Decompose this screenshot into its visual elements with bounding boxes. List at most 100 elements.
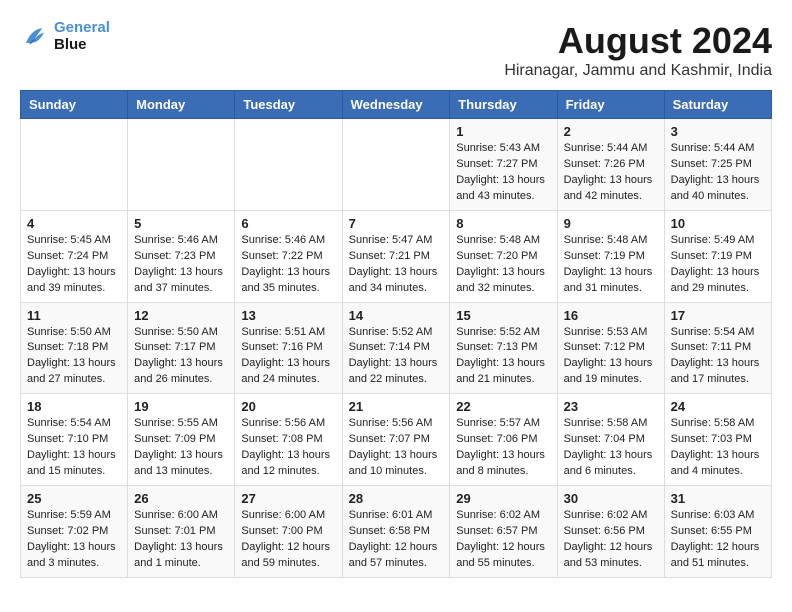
day-number: 29 [456,491,550,506]
day-info: Sunrise: 5:54 AMSunset: 7:11 PMDaylight:… [671,325,765,389]
calendar-cell [128,119,235,211]
logo-blue: Blue [54,36,87,53]
day-info: Sunrise: 5:46 AMSunset: 7:22 PMDaylight:… [241,233,335,297]
weekday-header-row: SundayMondayTuesdayWednesdayThursdayFrid… [21,91,772,119]
calendar-cell: 29 Sunrise: 6:02 AMSunset: 6:57 PMDayligh… [450,486,557,578]
calendar-cell: 19 Sunrise: 5:55 AMSunset: 7:09 PMDayligh… [128,394,235,486]
weekday-header-thursday: Thursday [450,91,557,119]
day-info: Sunrise: 5:43 AMSunset: 7:27 PMDaylight:… [456,141,550,205]
calendar-cell: 9Sunrise: 5:48 AMSunset: 7:19 PMDaylight… [557,210,664,302]
calendar-cell: 21Sunrise: 5:56 AMSunset: 7:07 PMDayligh… [342,394,450,486]
calendar-cell: 4Sunrise: 5:45 AMSunset: 7:24 PMDaylight… [21,210,128,302]
day-number: 22 [456,399,550,414]
day-number: 9 [564,216,658,231]
day-info: Sunrise: 6:01 AMSunset: 6:58 PMDaylight:… [349,508,444,572]
day-number: 5 [134,216,228,231]
day-number: 17 [671,308,765,323]
calendar-cell: 26 Sunrise: 6:00 AMSunset: 7:01 PMDayligh… [128,486,235,578]
day-number: 13 [241,308,335,323]
week-row-4: 18 Sunrise: 5:54 AMSunset: 7:10 PMDayligh… [21,394,772,486]
day-info: Sunrise: 5:57 AMSunset: 7:06 PMDaylight:… [456,416,550,480]
day-info: Sunrise: 5:49 AMSunset: 7:19 PMDaylight:… [671,233,765,297]
day-info: Sunrise: 5:58 AMSunset: 7:04 PMDaylight:… [564,416,658,480]
calendar-cell: 23 Sunrise: 5:58 AMSunset: 7:04 PMDayligh… [557,394,664,486]
day-number: 24 [671,399,765,414]
day-number: 27 [241,491,335,506]
day-number: 10 [671,216,765,231]
calendar-cell: 5 Sunrise: 5:46 AMSunset: 7:23 PMDaylight… [128,210,235,302]
calendar-cell: 15 Sunrise: 5:52 AMSunset: 7:13 PMDayligh… [450,302,557,394]
day-info: Sunrise: 6:02 AMSunset: 6:56 PMDaylight:… [564,508,658,572]
calendar-cell: 6 Sunrise: 5:46 AMSunset: 7:22 PMDaylight… [235,210,342,302]
title-area: August 2024 Hiranagar, Jammu and Kashmir… [504,20,772,80]
calendar-cell: 20Sunrise: 5:56 AMSunset: 7:08 PMDayligh… [235,394,342,486]
calendar-cell: 30 Sunrise: 6:02 AMSunset: 6:56 PMDayligh… [557,486,664,578]
day-number: 11 [27,308,121,323]
calendar-cell: 24 Sunrise: 5:58 AMSunset: 7:03 PMDayligh… [664,394,771,486]
day-info: Sunrise: 5:44 AMSunset: 7:26 PMDaylight:… [564,141,658,205]
day-info: Sunrise: 5:55 AMSunset: 7:09 PMDaylight:… [134,416,228,480]
week-row-2: 4Sunrise: 5:45 AMSunset: 7:24 PMDaylight… [21,210,772,302]
day-info: Sunrise: 5:52 AMSunset: 7:14 PMDaylight:… [349,325,444,389]
day-info: Sunrise: 5:45 AMSunset: 7:24 PMDaylight:… [27,233,121,297]
day-info: Sunrise: 5:58 AMSunset: 7:03 PMDaylight:… [671,416,765,480]
calendar-cell: 22 Sunrise: 5:57 AMSunset: 7:06 PMDayligh… [450,394,557,486]
weekday-header-sunday: Sunday [21,91,128,119]
calendar-cell: 12Sunrise: 5:50 AMSunset: 7:17 PMDayligh… [128,302,235,394]
weekday-header-friday: Friday [557,91,664,119]
calendar-cell: 1 Sunrise: 5:43 AMSunset: 7:27 PMDaylight… [450,119,557,211]
day-info: Sunrise: 5:53 AMSunset: 7:12 PMDaylight:… [564,325,658,389]
week-row-1: 1 Sunrise: 5:43 AMSunset: 7:27 PMDaylight… [21,119,772,211]
day-number: 31 [671,491,765,506]
day-info: Sunrise: 5:51 AMSunset: 7:16 PMDaylight:… [241,325,335,389]
day-number: 18 [27,399,121,414]
calendar-cell: 28 Sunrise: 6:01 AMSunset: 6:58 PMDayligh… [342,486,450,578]
logo: General Blue [20,20,110,53]
day-number: 25 [27,491,121,506]
logo-general: General [54,19,110,36]
day-number: 7 [349,216,444,231]
day-info: Sunrise: 5:44 AMSunset: 7:25 PMDaylight:… [671,141,765,205]
day-number: 16 [564,308,658,323]
weekday-header-monday: Monday [128,91,235,119]
calendar-cell: 18 Sunrise: 5:54 AMSunset: 7:10 PMDayligh… [21,394,128,486]
week-row-5: 25 Sunrise: 5:59 AMSunset: 7:02 PMDayligh… [21,486,772,578]
day-number: 3 [671,124,765,139]
logo-icon [20,22,50,52]
day-number: 1 [456,124,550,139]
day-info: Sunrise: 6:03 AMSunset: 6:55 PMDaylight:… [671,508,765,572]
calendar-cell: 7Sunrise: 5:47 AMSunset: 7:21 PMDaylight… [342,210,450,302]
header: General Blue August 2024 Hiranagar, Jamm… [20,20,772,80]
weekday-header-wednesday: Wednesday [342,91,450,119]
day-info: Sunrise: 5:59 AMSunset: 7:02 PMDaylight:… [27,508,121,572]
day-info: Sunrise: 6:00 AMSunset: 7:00 PMDaylight:… [241,508,335,572]
calendar-cell: 31 Sunrise: 6:03 AMSunset: 6:55 PMDayligh… [664,486,771,578]
calendar-cell: 16 Sunrise: 5:53 AMSunset: 7:12 PMDayligh… [557,302,664,394]
day-info: Sunrise: 5:52 AMSunset: 7:13 PMDaylight:… [456,325,550,389]
day-number: 30 [564,491,658,506]
calendar-cell [235,119,342,211]
calendar-cell: 13 Sunrise: 5:51 AMSunset: 7:16 PMDayligh… [235,302,342,394]
day-number: 14 [349,308,444,323]
day-info: Sunrise: 6:02 AMSunset: 6:57 PMDaylight:… [456,508,550,572]
calendar-cell: 11Sunrise: 5:50 AMSunset: 7:18 PMDayligh… [21,302,128,394]
month-year-title: August 2024 [504,20,772,62]
calendar-cell: 27 Sunrise: 6:00 AMSunset: 7:00 PMDayligh… [235,486,342,578]
day-number: 28 [349,491,444,506]
weekday-header-tuesday: Tuesday [235,91,342,119]
day-info: Sunrise: 5:54 AMSunset: 7:10 PMDaylight:… [27,416,121,480]
day-number: 2 [564,124,658,139]
location-subtitle: Hiranagar, Jammu and Kashmir, India [504,62,772,80]
day-number: 19 [134,399,228,414]
calendar-cell: 25 Sunrise: 5:59 AMSunset: 7:02 PMDayligh… [21,486,128,578]
day-number: 26 [134,491,228,506]
day-info: Sunrise: 5:50 AMSunset: 7:17 PMDaylight:… [134,325,228,389]
day-number: 15 [456,308,550,323]
calendar-cell [21,119,128,211]
day-info: Sunrise: 5:56 AMSunset: 7:08 PMDaylight:… [241,416,335,480]
day-info: Sunrise: 5:46 AMSunset: 7:23 PMDaylight:… [134,233,228,297]
day-info: Sunrise: 6:00 AMSunset: 7:01 PMDaylight:… [134,508,228,572]
calendar-cell: 14 Sunrise: 5:52 AMSunset: 7:14 PMDayligh… [342,302,450,394]
day-number: 23 [564,399,658,414]
day-number: 6 [241,216,335,231]
